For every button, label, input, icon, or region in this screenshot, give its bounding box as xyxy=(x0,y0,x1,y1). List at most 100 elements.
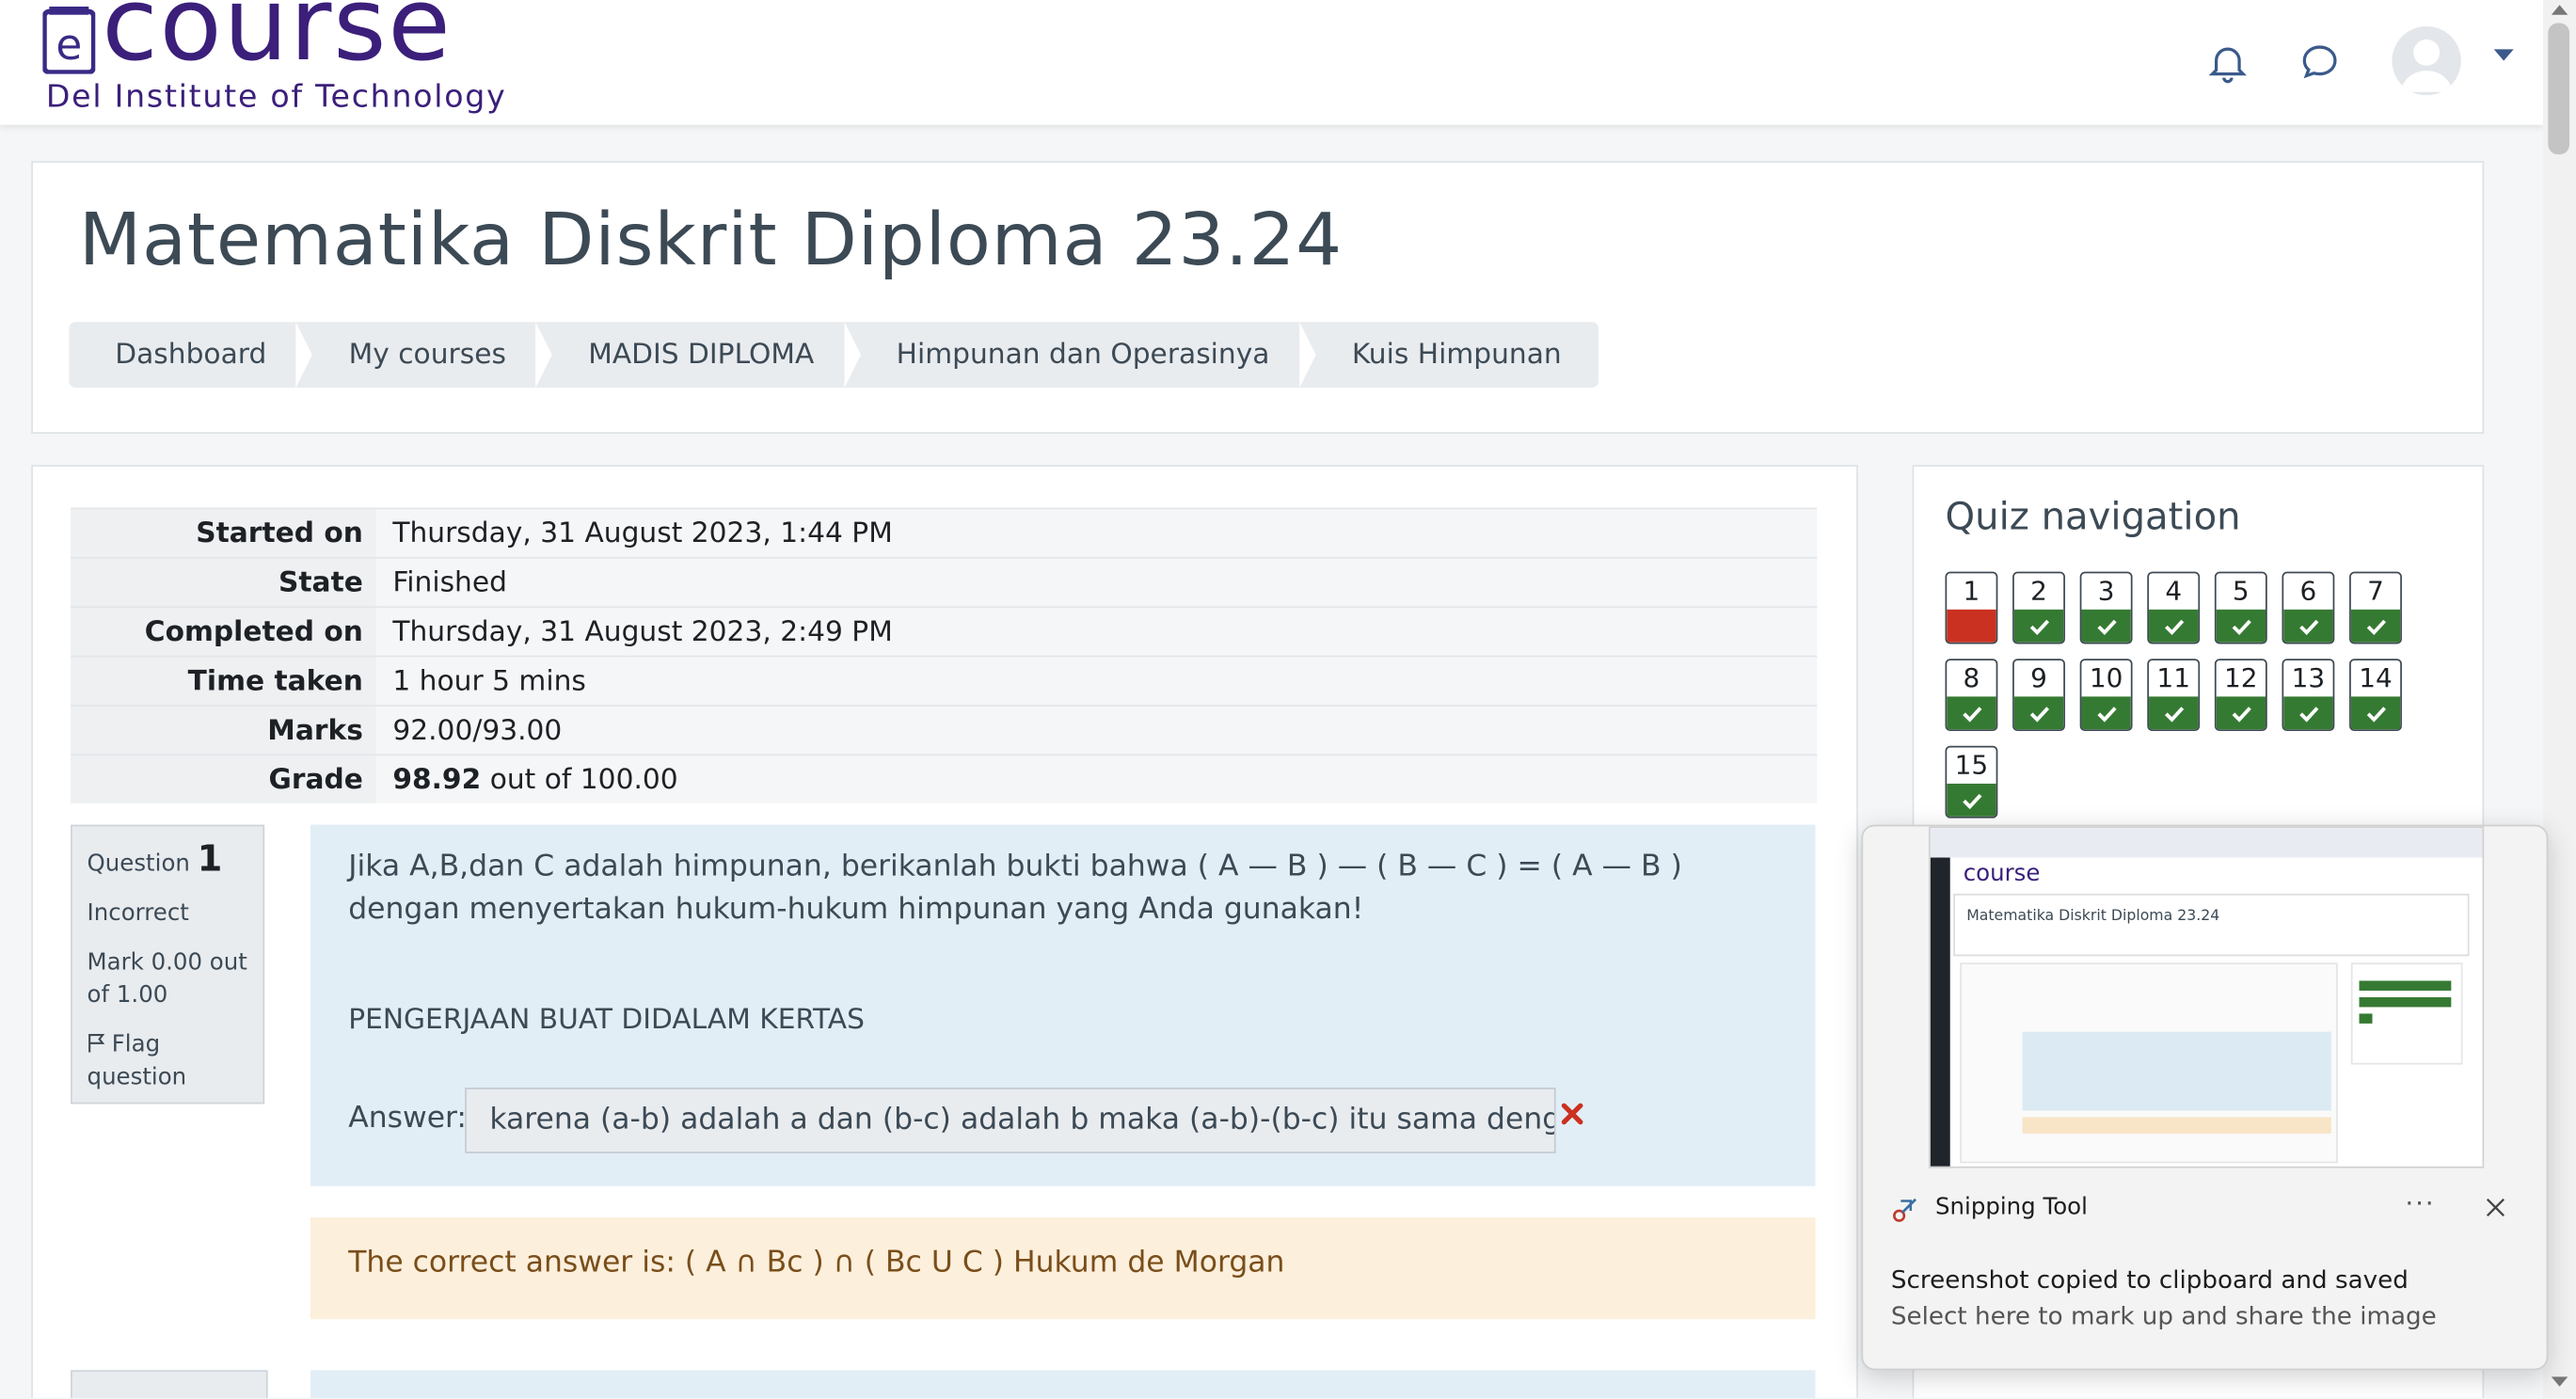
question-number: 12 xyxy=(2224,661,2258,693)
logo-wordmark: course xyxy=(102,0,453,85)
thumb-browser-bar xyxy=(1930,828,2483,858)
question-number: 11 xyxy=(2156,661,2190,693)
table-row: Grade 98.92 out of 100.00 xyxy=(71,754,1818,803)
incorrect-status-bar xyxy=(1947,609,1996,643)
logo-e-icon: e xyxy=(42,6,96,74)
snipping-tool-icon xyxy=(1893,1198,1917,1222)
svg-text:e: e xyxy=(56,20,82,70)
flag-question-link[interactable]: Flag question xyxy=(87,1028,263,1094)
summary-label: Started on xyxy=(71,507,376,558)
chat-icon[interactable] xyxy=(2297,40,2343,86)
thumb-nav-row xyxy=(2359,1013,2373,1024)
quiz-nav-question-9[interactable]: 9 xyxy=(2012,659,2065,732)
table-row: State Finished xyxy=(71,556,1818,608)
summary-value: Thursday, 31 August 2023, 1:44 PM xyxy=(375,507,1818,558)
user-avatar[interactable] xyxy=(2392,25,2461,96)
question-number: 10 xyxy=(2089,661,2123,693)
quiz-nav-question-11[interactable]: 11 xyxy=(2147,659,2201,732)
scrollbar-thumb[interactable] xyxy=(2548,23,2570,155)
question-note: PENGERJAAN BUAT DIDALAM KERTAS xyxy=(348,1003,865,1037)
screenshot-thumbnail[interactable]: course Matematika Diskrit Diploma 23.24 xyxy=(1929,826,2485,1168)
summary-label: Time taken xyxy=(71,655,376,706)
page-header: Matematika Diskrit Diploma 23.24 Dashboa… xyxy=(31,161,2485,434)
toast-app-name: Snipping Tool xyxy=(1935,1194,2088,1221)
quiz-nav-question-4[interactable]: 4 xyxy=(2147,571,2201,644)
question-number: 6 xyxy=(2299,575,2317,607)
thumb-feedback xyxy=(2022,1117,2331,1134)
question-number: 3 xyxy=(2097,575,2115,607)
checkmark-icon xyxy=(2299,707,2319,723)
question-info-panel: Question 1 Incorrect Mark 0.00 out of 1.… xyxy=(71,824,265,1105)
question-number: 14 xyxy=(2359,661,2393,693)
quiz-nav-question-8[interactable]: 8 xyxy=(1945,659,1998,732)
site-logo[interactable]: e course Del Institute of Technology xyxy=(40,0,516,125)
answer-label: Answer: xyxy=(348,1100,468,1136)
question-number: 8 xyxy=(1963,661,1980,693)
question-text: Jika A,B,dan C adalah himpunan, berikanl… xyxy=(348,849,1682,927)
table-row: Marks 92.00/93.00 xyxy=(71,705,1818,755)
next-question-info-panel xyxy=(71,1370,268,1399)
quiz-nav-question-15[interactable]: 15 xyxy=(1945,745,1998,819)
grade-out-of: out of 100.00 xyxy=(481,763,678,797)
user-menu-chevron-down-icon[interactable] xyxy=(2493,49,2514,61)
answer-field[interactable]: karena (a-b) adalah a dan (b-c) adalah b… xyxy=(465,1087,1556,1153)
breadcrumb-dashboard[interactable]: Dashboard xyxy=(69,322,302,388)
quiz-nav-question-7[interactable]: 7 xyxy=(2349,571,2402,644)
checkmark-icon xyxy=(2165,707,2185,723)
question-content: Jika A,B,dan C adalah himpunan, berikanl… xyxy=(310,824,1816,1186)
more-options-icon[interactable]: ··· xyxy=(2405,1188,2435,1219)
question-number: 1 xyxy=(1963,575,1980,607)
quiz-nav-question-6[interactable]: 6 xyxy=(2282,571,2335,644)
quiz-nav-question-14[interactable]: 14 xyxy=(2349,659,2402,732)
question-number: 7 xyxy=(2367,575,2384,607)
snipping-tool-notification[interactable]: course Matematika Diskrit Diploma 23.24 … xyxy=(1861,824,2549,1371)
checkmark-icon xyxy=(1963,707,1982,723)
breadcrumb-quiz[interactable]: Kuis Himpunan xyxy=(1298,322,1598,389)
checkmark-icon xyxy=(2097,707,2117,723)
summary-value: 92.00/93.00 xyxy=(375,705,1818,755)
breadcrumb-course[interactable]: MADIS DIPLOMA xyxy=(535,322,850,389)
question-status: Incorrect xyxy=(87,899,189,927)
quiz-nav-question-2[interactable]: 2 xyxy=(2012,571,2065,644)
table-row: Started on Thursday, 31 August 2023, 1:44… xyxy=(71,507,1818,558)
close-icon[interactable] xyxy=(2484,1196,2506,1218)
quiz-review-region: Started on Thursday, 31 August 2023, 1:44… xyxy=(31,465,1858,1399)
toast-message: Screenshot copied to clipboard and saved xyxy=(1890,1264,2409,1296)
quiz-nav-question-1[interactable]: 1 xyxy=(1945,571,1998,644)
question-number: 1 xyxy=(197,839,223,881)
scroll-up-arrow-icon[interactable] xyxy=(2551,5,2568,15)
summary-label: State xyxy=(71,556,376,608)
attempt-summary-table: Started on Thursday, 31 August 2023, 1:44… xyxy=(71,507,1818,803)
thumb-logo: course xyxy=(1963,861,2041,887)
checkmark-icon xyxy=(2165,619,2185,636)
checkmark-icon xyxy=(2299,619,2319,636)
quiz-nav-question-12[interactable]: 12 xyxy=(2214,659,2267,732)
flag-icon xyxy=(88,1034,105,1053)
quiz-nav-question-3[interactable]: 3 xyxy=(2079,571,2133,644)
checkmark-icon xyxy=(1963,793,1982,810)
grade-value: 98.92 xyxy=(392,763,482,797)
top-navbar: e course Del Institute of Technology xyxy=(0,0,2544,125)
quiz-nav-question-13[interactable]: 13 xyxy=(2282,659,2335,732)
thumb-quiz-nav xyxy=(2350,962,2463,1065)
checkmark-icon xyxy=(2029,707,2050,723)
thumb-taskbar xyxy=(1930,857,1950,1167)
summary-value: 1 hour 5 mins xyxy=(375,655,1818,706)
quiz-nav-question-10[interactable]: 10 xyxy=(2079,659,2133,732)
question-number: 2 xyxy=(2030,575,2047,607)
next-question-content xyxy=(310,1370,1816,1399)
breadcrumb-my-courses[interactable]: My courses xyxy=(295,322,543,389)
page-title: Matematika Diskrit Diploma 23.24 xyxy=(78,199,1344,283)
table-row: Completed on Thursday, 31 August 2023, 2:… xyxy=(71,606,1818,657)
quiz-nav-question-5[interactable]: 5 xyxy=(2214,571,2267,644)
summary-label: Completed on xyxy=(71,606,376,657)
page: e course Del Institute of Technology Mat… xyxy=(0,0,2576,1399)
bell-icon[interactable] xyxy=(2204,40,2250,86)
breadcrumb-section[interactable]: Himpunan dan Operasinya xyxy=(843,322,1306,389)
checkmark-icon xyxy=(2366,619,2387,636)
summary-label: Grade xyxy=(71,754,376,803)
correct-answer-feedback: The correct answer is: ( A ∩ Bc ) ∩ ( Bc… xyxy=(310,1216,1816,1320)
question-number: 5 xyxy=(2232,575,2250,607)
scroll-down-arrow-icon[interactable] xyxy=(2551,1376,2568,1387)
thumb-nav-row xyxy=(2359,996,2452,1008)
